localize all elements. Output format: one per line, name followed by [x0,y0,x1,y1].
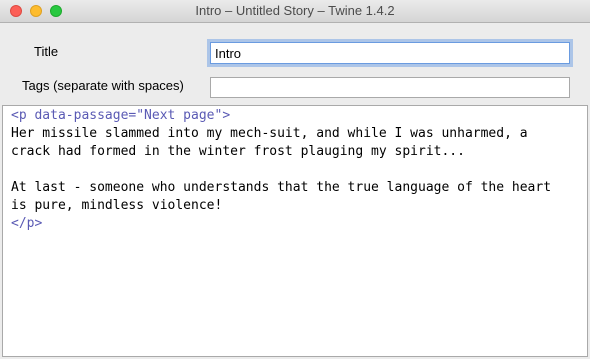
title-bar[interactable]: Intro – Untitled Story – Twine 1.4.2 [0,0,590,23]
window-title: Intro – Untitled Story – Twine 1.4.2 [195,3,395,18]
editor-line: At last - someone who understands that t… [11,180,552,195]
editor-line: <p data-passage="Next page"> [11,108,231,123]
passage-text-editor[interactable]: <p data-passage="Next page"> Her missile… [2,105,588,357]
title-input[interactable] [210,42,570,64]
tags-label: Tags (separate with spaces) [22,78,184,93]
editor-line: Her missile slammed into my mech-suit, a… [11,126,528,141]
editor-line: </p> [11,216,43,231]
title-label: Title [34,44,59,59]
tags-input[interactable] [210,77,570,98]
editor-line: crack had formed in the winter frost pla… [11,144,465,159]
editor-line: is pure, mindless violence! [11,198,223,213]
passage-editor-window: Intro – Untitled Story – Twine 1.4.2 Tit… [0,0,590,359]
